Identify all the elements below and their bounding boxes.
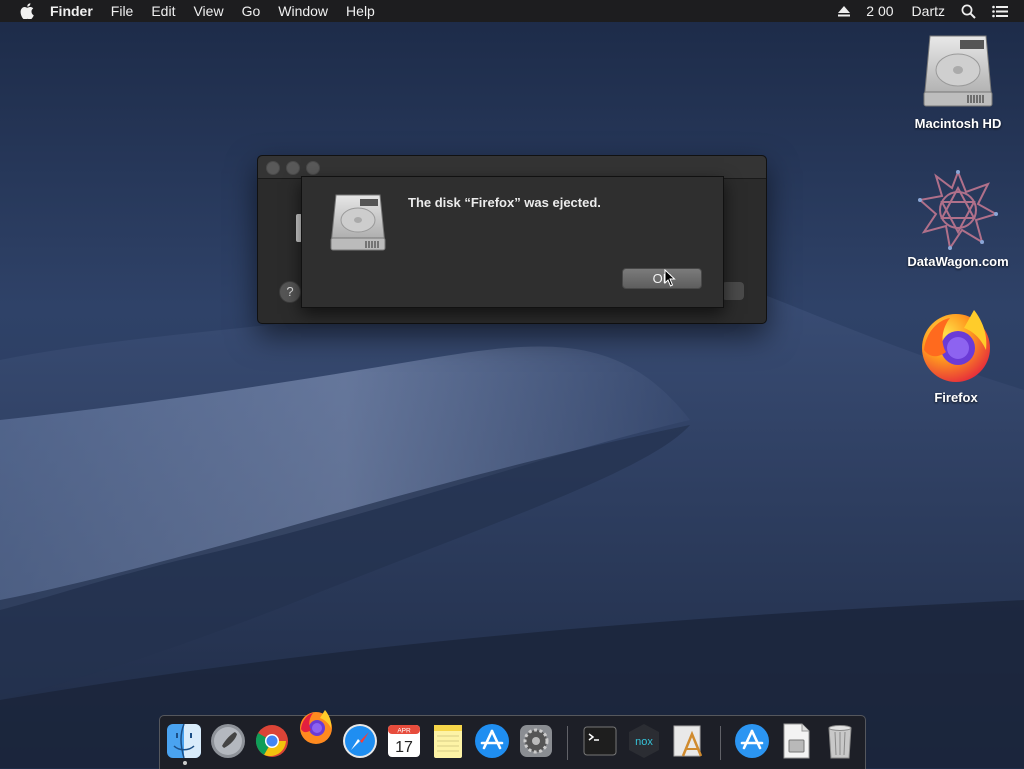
dock-launchpad[interactable] [209, 722, 247, 760]
alert-sheet: The disk “Firefox” was ejected. OK [301, 176, 724, 308]
dock-noxplayer[interactable]: nox [625, 722, 663, 760]
alert-message: The disk “Firefox” was ejected. [408, 195, 601, 210]
dock-app-store-downloads[interactable] [733, 722, 771, 760]
dock-separator [567, 726, 568, 760]
dock-finder[interactable] [165, 722, 203, 760]
menu-go[interactable]: Go [242, 0, 261, 22]
help-button[interactable]: ? [279, 281, 301, 303]
desktop-icon-datawagon[interactable]: DataWagon.com [903, 169, 1013, 269]
finder-icon [167, 723, 201, 759]
calendar-month: APR [397, 728, 411, 735]
launchpad-icon [211, 724, 245, 758]
menu-edit[interactable]: Edit [151, 0, 175, 22]
dock-trash[interactable] [821, 722, 859, 760]
hard-drive-icon [918, 32, 998, 112]
zoom-button[interactable] [306, 161, 320, 175]
disk-icon [328, 193, 388, 258]
dock-notes[interactable] [429, 722, 467, 760]
notification-center-icon[interactable] [992, 5, 1008, 18]
gear-icon [520, 725, 552, 757]
calendar-day: 17 [395, 739, 413, 756]
desktop-wallpaper [0, 0, 1024, 768]
app-store-icon [475, 724, 509, 758]
apple-icon[interactable] [20, 3, 36, 19]
dock-separator [720, 726, 721, 760]
network-volume-icon [917, 169, 999, 251]
chrome-icon [255, 725, 288, 757]
desktop-icon-label: Firefox [934, 390, 978, 405]
menubar-user[interactable]: Dartz [912, 3, 945, 19]
desktop-icon-macintosh-hd[interactable]: Macintosh HD [903, 32, 1013, 131]
safari-icon [343, 724, 377, 758]
desktop-icon-label: DataWagon.com [907, 254, 1009, 269]
firefox-icon [916, 306, 996, 386]
dock-safari[interactable] [341, 722, 379, 760]
dock-script-editor[interactable] [669, 722, 707, 760]
dock: APR 17 nox [159, 710, 866, 769]
dock-system-preferences[interactable] [517, 722, 555, 760]
menubar-clock[interactable]: 2 00 [866, 3, 893, 19]
window-action-button[interactable] [722, 282, 744, 300]
firefox-icon [300, 710, 332, 744]
menu-bar: Finder File Edit View Go Window Help 2 0… [0, 0, 1024, 22]
dock-calendar[interactable]: APR 17 [385, 722, 423, 760]
spotlight-icon[interactable] [961, 4, 976, 19]
terminal-icon [583, 726, 617, 756]
dock-firefox[interactable] [297, 708, 335, 746]
close-button[interactable] [266, 161, 280, 175]
trash-icon [828, 725, 852, 759]
menu-help[interactable]: Help [346, 0, 375, 22]
menu-window[interactable]: Window [278, 0, 328, 22]
desktop-icon-label: Macintosh HD [914, 116, 1002, 131]
menu-app-name[interactable]: Finder [50, 0, 93, 22]
eject-icon[interactable] [838, 5, 851, 17]
menu-view[interactable]: View [193, 0, 223, 22]
dock-app-store[interactable] [473, 722, 511, 760]
script-editor-icon [673, 725, 703, 757]
dock-terminal[interactable] [581, 722, 619, 760]
calendar-icon: APR 17 [388, 725, 420, 757]
menu-file[interactable]: File [111, 0, 134, 22]
dock-chrome[interactable] [253, 722, 291, 760]
app-store-icon [735, 724, 769, 758]
desktop-icon-firefox[interactable]: Firefox [901, 306, 1011, 405]
dock-disk-image[interactable] [777, 722, 815, 760]
mouse-cursor-icon [664, 268, 676, 292]
minimize-button[interactable] [286, 161, 300, 175]
nox-label: nox [635, 736, 653, 748]
document-icon [783, 723, 810, 759]
dock-running-indicator [183, 761, 187, 765]
notes-icon [434, 725, 462, 758]
ok-button[interactable]: OK [622, 268, 702, 289]
nox-icon: nox [629, 724, 659, 758]
